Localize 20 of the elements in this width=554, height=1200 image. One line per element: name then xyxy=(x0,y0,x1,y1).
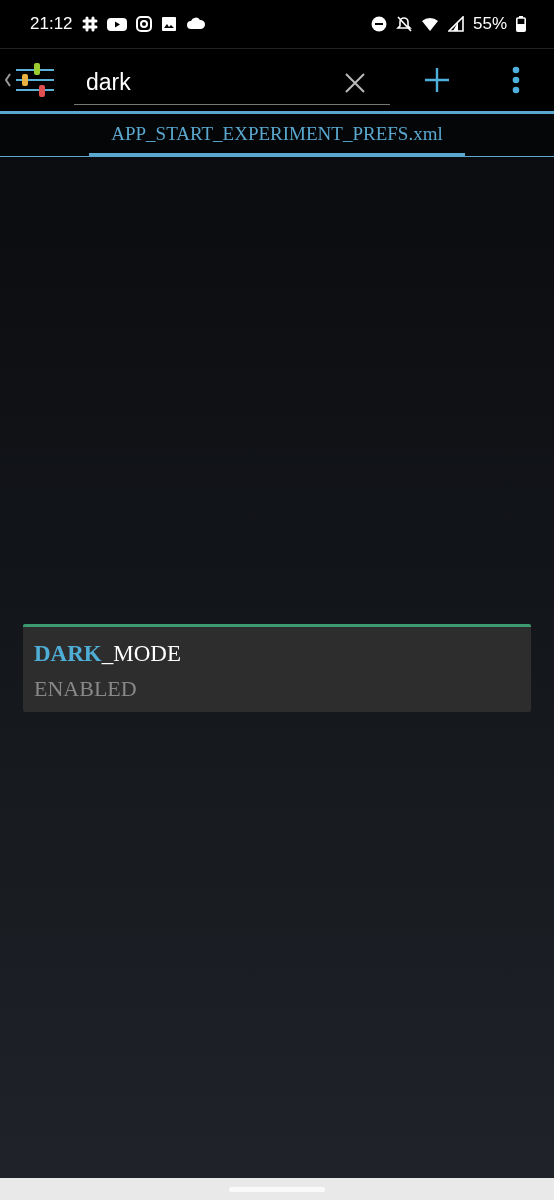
play-icon xyxy=(106,16,127,32)
hash-icon xyxy=(81,16,98,32)
preference-item[interactable]: DARK_MODE ENABLED xyxy=(23,623,531,712)
close-icon xyxy=(344,72,366,94)
preference-key: DARK_MODE xyxy=(34,640,520,667)
signal-icon xyxy=(447,16,464,32)
camera-icon xyxy=(135,16,152,32)
do-not-disturb-icon xyxy=(370,16,387,32)
battery-icon xyxy=(516,16,526,32)
cloud-icon xyxy=(185,17,206,31)
wifi-icon xyxy=(420,16,439,32)
more-icon xyxy=(512,66,520,94)
image-icon xyxy=(160,16,177,32)
preference-value: ENABLED xyxy=(34,675,138,702)
battery-percentage: 55% xyxy=(472,14,507,34)
clock: 21:12 xyxy=(30,14,73,34)
plus-icon xyxy=(424,67,450,93)
search-field[interactable]: dark xyxy=(74,61,390,105)
sliders-icon xyxy=(4,60,56,100)
muted-bell-icon xyxy=(395,16,412,32)
